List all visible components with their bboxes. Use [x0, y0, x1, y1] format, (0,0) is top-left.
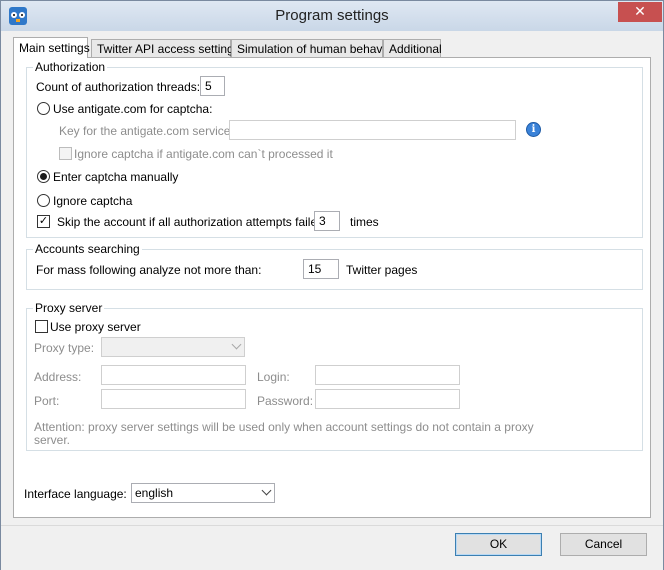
proxy-type-label: Proxy type:: [34, 341, 95, 355]
manual-captcha-label: Enter captcha manually: [53, 170, 179, 184]
ok-button[interactable]: OK: [455, 533, 542, 556]
ignore-captcha-label: Ignore captcha: [53, 194, 133, 208]
mass-following-input[interactable]: 15: [303, 259, 339, 279]
main-settings-panel: Authorization Count of authorization thr…: [13, 57, 651, 518]
proxy-address-input[interactable]: [101, 365, 246, 385]
tab-human-behavior[interactable]: Simulation of human behavior: [231, 39, 396, 57]
window-title: Program settings: [275, 7, 389, 24]
proxy-attention-line1: Attention: proxy server settings will be…: [34, 420, 534, 434]
antigate-key-label: Key for the antigate.com service:: [59, 124, 234, 138]
chevron-down-icon: [231, 339, 242, 350]
skip-account-label: Skip the account if all authorization at…: [57, 215, 328, 229]
use-proxy-checkbox[interactable]: [35, 320, 48, 333]
interface-language-select[interactable]: english: [131, 483, 275, 503]
proxy-password-label: Password:: [257, 394, 314, 408]
proxy-port-input[interactable]: [101, 389, 246, 409]
skip-times-label: times: [350, 215, 379, 229]
proxy-server-legend: Proxy server: [35, 301, 103, 315]
authorization-legend: Authorization: [35, 60, 106, 74]
tab-twitter-api[interactable]: Twitter API access settings: [91, 39, 240, 57]
proxy-password-input[interactable]: [315, 389, 460, 409]
proxy-login-input[interactable]: [315, 365, 460, 385]
manual-captcha-radio[interactable]: [37, 170, 50, 183]
mass-following-label: For mass following analyze not more than…: [36, 263, 262, 277]
use-proxy-label: Use proxy server: [50, 320, 141, 334]
threads-label: Count of authorization threads:: [36, 80, 201, 94]
ignore-if-fail-label: Ignore captcha if antigate.com can`t pro…: [74, 147, 333, 161]
interface-language-label: Interface language:: [24, 487, 127, 501]
proxy-address-label: Address:: [34, 370, 82, 384]
ignore-captcha-radio[interactable]: [37, 194, 50, 207]
cancel-button[interactable]: Cancel: [560, 533, 647, 556]
skip-account-checkbox[interactable]: ✓: [37, 215, 50, 228]
proxy-login-label: Login:: [257, 370, 290, 384]
close-icon: ✕: [634, 3, 646, 19]
tab-main-settings[interactable]: Main settings: [13, 37, 90, 58]
close-button[interactable]: ✕: [618, 2, 662, 22]
twitter-pages-label: Twitter pages: [346, 263, 418, 277]
title-bar[interactable]: Program settings ✕: [1, 1, 663, 31]
accounts-searching-legend: Accounts searching: [35, 242, 140, 256]
skip-attempts-input[interactable]: 3: [314, 211, 340, 231]
antigate-label: Use antigate.com for captcha:: [53, 102, 213, 116]
proxy-port-label: Port:: [34, 394, 60, 408]
ignore-if-fail-checkbox[interactable]: [59, 147, 72, 160]
threads-input[interactable]: 5: [200, 76, 225, 96]
settings-window: Program settings ✕ Main settings Twitter…: [0, 0, 664, 570]
antigate-key-input[interactable]: [229, 120, 516, 140]
info-icon[interactable]: i: [526, 122, 541, 137]
button-bar: OK Cancel: [1, 525, 663, 570]
tab-additional[interactable]: Additional: [383, 39, 442, 57]
antigate-radio[interactable]: [37, 102, 50, 115]
proxy-attention-line2: server.: [34, 433, 71, 447]
proxy-type-select[interactable]: [101, 337, 245, 357]
chevron-down-icon: [261, 485, 272, 496]
